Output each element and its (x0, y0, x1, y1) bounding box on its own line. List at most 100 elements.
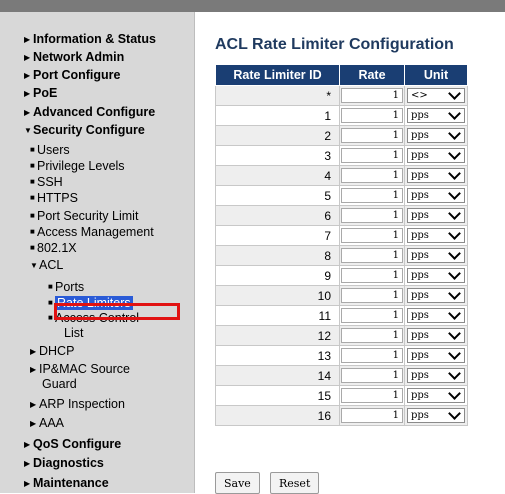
unit-select[interactable]: pps (407, 267, 465, 283)
rate-input[interactable]: 1 (341, 208, 403, 223)
rate-cell: 1 (339, 105, 405, 126)
rate-limiter-id: 15 (215, 385, 340, 406)
rate-input[interactable]: 1 (341, 308, 403, 323)
nav-advanced-configure[interactable]: ▶ Advanced Configure (24, 105, 155, 119)
nav-ipmac-source-guard-cont[interactable]: Guard (42, 377, 77, 391)
rate-input[interactable]: 1 (341, 348, 403, 363)
nav-maintenance[interactable]: ▶ Maintenance (24, 476, 109, 490)
rate-input[interactable]: 1 (341, 148, 403, 163)
unit-select-value: pps (411, 290, 429, 301)
rate-cell: 1 (339, 285, 405, 306)
triangle-right-icon: ▶ (24, 459, 31, 468)
unit-select[interactable]: pps (407, 127, 465, 143)
rate-input[interactable]: 1 (341, 88, 403, 103)
table-row: * 1 <> (215, 85, 468, 106)
nav-port-security-limit[interactable]: ■ Port Security Limit (30, 209, 138, 223)
nav-port-configure[interactable]: ▶ Port Configure (24, 68, 121, 82)
reset-button[interactable]: Reset (270, 472, 320, 494)
nav-https[interactable]: ■ HTTPS (30, 191, 78, 205)
nav-security-configure[interactable]: ▼Security Configure (24, 123, 145, 137)
rate-input[interactable]: 1 (341, 248, 403, 263)
rate-limiter-id: 1 (215, 105, 340, 126)
bullet-icon: ■ (48, 282, 53, 291)
rate-input[interactable]: 1 (341, 268, 403, 283)
nav-acl[interactable]: ▼ACL (30, 258, 63, 272)
save-button[interactable]: Save (215, 472, 260, 494)
nav-access-management[interactable]: ■ Access Management (30, 225, 154, 239)
nav-privilege-levels[interactable]: ■ Privilege Levels (30, 159, 125, 173)
rate-input[interactable]: 1 (341, 228, 403, 243)
unit-select[interactable]: pps (407, 107, 465, 123)
table-row: 11 1 pps (215, 305, 468, 326)
rate-input[interactable]: 1 (341, 168, 403, 183)
unit-select[interactable]: pps (407, 187, 465, 203)
unit-select[interactable]: pps (407, 367, 465, 383)
unit-select[interactable]: pps (407, 387, 465, 403)
nav-poe[interactable]: ▶ PoE (24, 86, 57, 100)
table-row: 13 1 pps (215, 345, 468, 366)
bullet-icon: ■ (48, 298, 53, 307)
rate-limiter-id: 11 (215, 305, 340, 326)
bullet-icon: ■ (30, 161, 35, 170)
column-header-unit: Unit (404, 64, 468, 86)
nav-information-status[interactable]: ▶ Information & Status (24, 32, 156, 46)
top-bar (0, 0, 505, 12)
rate-limiter-id: 6 (215, 205, 340, 226)
chevron-down-icon (448, 387, 461, 400)
nav-network-admin[interactable]: ▶ Network Admin (24, 50, 124, 64)
nav-ports[interactable]: ■ Ports (48, 280, 84, 294)
nav-qos-configure[interactable]: ▶ QoS Configure (24, 437, 121, 451)
chevron-down-icon (448, 347, 461, 360)
unit-cell: pps (404, 205, 468, 226)
bullet-icon: ■ (30, 243, 35, 252)
rate-cell: 1 (339, 405, 405, 426)
unit-select[interactable]: pps (407, 147, 465, 163)
chevron-down-icon (448, 107, 461, 120)
nav-aaa[interactable]: ▶ AAA (30, 416, 64, 430)
rate-limiter-id: 7 (215, 225, 340, 246)
unit-select-value: pps (411, 230, 429, 241)
rate-input[interactable]: 1 (341, 408, 403, 423)
unit-select-value: pps (411, 190, 429, 201)
rate-input[interactable]: 1 (341, 128, 403, 143)
unit-select-value: pps (411, 370, 429, 381)
nav-access-control-list-cont[interactable]: List (64, 326, 83, 340)
nav-ipmac-source-guard[interactable]: ▶ IP&MAC Source (30, 362, 130, 376)
nav-diagnostics[interactable]: ▶ Diagnostics (24, 456, 104, 470)
rate-cell: 1 (339, 165, 405, 186)
unit-select[interactable]: pps (407, 167, 465, 183)
rate-limiter-id: 14 (215, 365, 340, 386)
unit-cell: pps (404, 385, 468, 406)
rate-input[interactable]: 1 (341, 188, 403, 203)
nav-arp-inspection[interactable]: ▶ ARP Inspection (30, 397, 125, 411)
rate-input[interactable]: 1 (341, 108, 403, 123)
unit-select-value: <> (411, 90, 428, 101)
rate-input[interactable]: 1 (341, 328, 403, 343)
nav-802-1x[interactable]: ■ 802.1X (30, 241, 77, 255)
nav-rate-limiters[interactable]: ■ Rate Limiters (48, 296, 133, 310)
table-row: 16 1 pps (215, 405, 468, 426)
table-row: 10 1 pps (215, 285, 468, 306)
unit-select[interactable]: pps (407, 287, 465, 303)
table-row: 15 1 pps (215, 385, 468, 406)
triangle-right-icon: ▶ (24, 440, 31, 449)
nav-access-control-list[interactable]: ■ Access Control (48, 311, 139, 325)
nav-dhcp[interactable]: ▶ DHCP (30, 344, 74, 358)
nav-users[interactable]: ■ Users (30, 143, 70, 157)
unit-select[interactable]: pps (407, 247, 465, 263)
unit-select[interactable]: pps (407, 407, 465, 423)
nav-ssh[interactable]: ■ SSH (30, 175, 63, 189)
unit-select[interactable]: pps (407, 327, 465, 343)
rate-limiter-id: 10 (215, 285, 340, 306)
unit-cell: pps (404, 325, 468, 346)
unit-select[interactable]: pps (407, 347, 465, 363)
unit-select[interactable]: pps (407, 207, 465, 223)
rate-cell: 1 (339, 185, 405, 206)
unit-select[interactable]: pps (407, 227, 465, 243)
unit-select[interactable]: pps (407, 307, 465, 323)
unit-select-value: pps (411, 310, 429, 321)
rate-input[interactable]: 1 (341, 368, 403, 383)
unit-select[interactable]: <> (407, 87, 465, 103)
rate-input[interactable]: 1 (341, 388, 403, 403)
rate-input[interactable]: 1 (341, 288, 403, 303)
